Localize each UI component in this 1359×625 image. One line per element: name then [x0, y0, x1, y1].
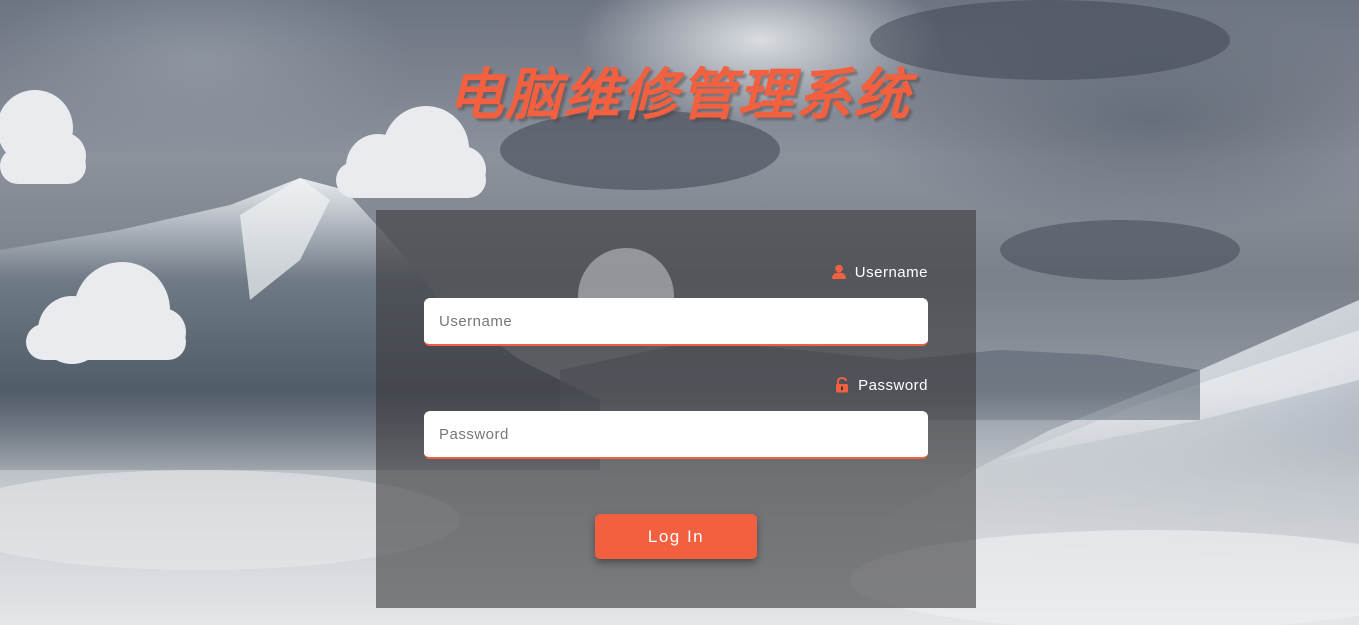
password-label: Password: [834, 375, 928, 395]
password-label-text: Password: [858, 376, 928, 394]
cloud-icon: [26, 262, 186, 364]
login-button[interactable]: Log In: [595, 514, 757, 559]
login-panel: Username Password Log In: [376, 210, 976, 608]
unlock-icon: [836, 377, 849, 393]
user-icon: [831, 264, 846, 279]
username-label: Username: [831, 262, 928, 282]
page-title: 电脑维修管理系统: [447, 63, 912, 128]
username-input[interactable]: [424, 298, 928, 346]
cloud-icon: [578, 248, 674, 298]
username-label-text: Username: [854, 263, 928, 281]
password-input[interactable]: [424, 411, 928, 459]
